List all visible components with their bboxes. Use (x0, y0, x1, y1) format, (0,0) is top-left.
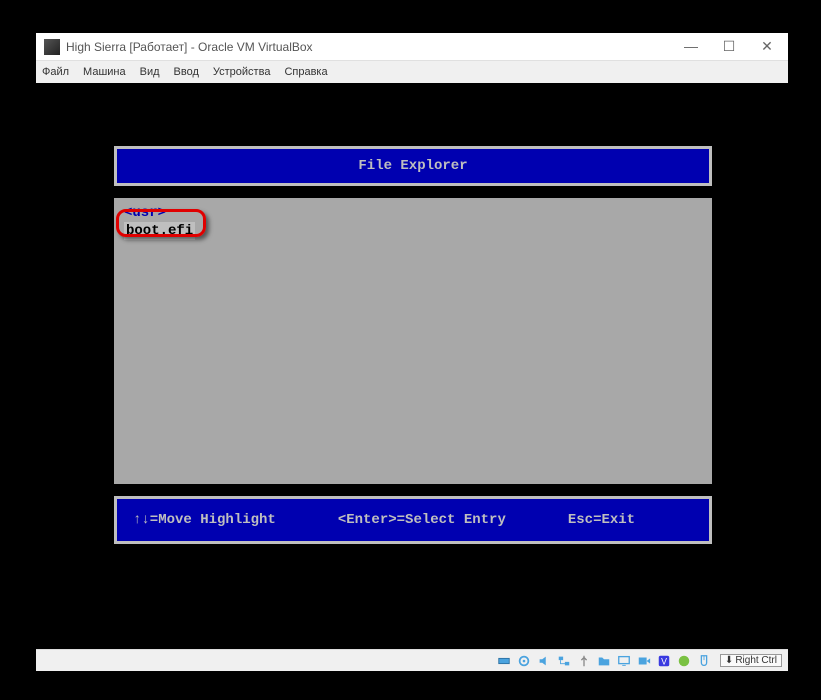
shared-folders-icon[interactable] (596, 654, 612, 668)
menu-view[interactable]: Вид (140, 66, 160, 78)
menu-file[interactable]: Файл (42, 66, 69, 78)
titlebar[interactable]: High Sierra [Работает] - Oracle VM Virtu… (36, 33, 788, 61)
menu-input[interactable]: Ввод (174, 66, 199, 78)
vrde-icon[interactable]: V (656, 654, 672, 668)
menu-devices[interactable]: Устройства (213, 66, 271, 78)
keyboard-icon: ⬇ (725, 655, 733, 666)
efi-title: File Explorer (358, 158, 467, 174)
guestadditions-icon[interactable] (676, 654, 692, 668)
window-title: High Sierra [Работает] - Oracle VM Virtu… (66, 40, 682, 54)
efi-hint-exit: Esc=Exit (568, 512, 635, 528)
efi-header: File Explorer (114, 146, 712, 186)
menubar: Файл Машина Вид Ввод Устройства Справка (36, 61, 788, 83)
minimize-button[interactable]: — (682, 38, 700, 55)
host-key-label: Right Ctrl (735, 655, 777, 666)
efi-entry-boot[interactable]: boot.efi (124, 222, 195, 240)
efi-screen: File Explorer <usr> boot.efi ↑↓=Move Hig… (36, 83, 788, 649)
optical-disk-icon[interactable] (516, 654, 532, 668)
recording-icon[interactable] (636, 654, 652, 668)
menu-help[interactable]: Справка (284, 66, 327, 78)
hard-disk-icon[interactable] (496, 654, 512, 668)
svg-text:V: V (661, 656, 667, 666)
efi-footer: ↑↓=Move Highlight <Enter>=Select Entry E… (114, 496, 712, 544)
close-button[interactable]: ✕ (758, 38, 776, 55)
host-key-indicator[interactable]: ⬇ Right Ctrl (720, 654, 782, 667)
audio-icon[interactable] (536, 654, 552, 668)
usb-icon[interactable] (576, 654, 592, 668)
statusbar: V ⬇ Right Ctrl (36, 649, 788, 671)
efi-hint-move: ↑↓=Move Highlight (133, 512, 276, 528)
virtualbox-window: High Sierra [Работает] - Oracle VM Virtu… (36, 33, 788, 671)
menu-machine[interactable]: Машина (83, 66, 126, 78)
network-icon[interactable] (556, 654, 572, 668)
maximize-button[interactable]: ☐ (720, 38, 738, 55)
mouse-integration-icon[interactable] (696, 654, 712, 668)
vm-viewport[interactable]: File Explorer <usr> boot.efi ↑↓=Move Hig… (36, 83, 788, 649)
virtualbox-icon (44, 39, 60, 55)
window-controls: — ☐ ✕ (682, 38, 780, 55)
efi-file-list[interactable]: <usr> boot.efi (114, 198, 712, 484)
display-icon[interactable] (616, 654, 632, 668)
efi-hint-select: <Enter>=Select Entry (338, 512, 506, 528)
efi-entry-usr[interactable]: <usr> (124, 204, 166, 222)
